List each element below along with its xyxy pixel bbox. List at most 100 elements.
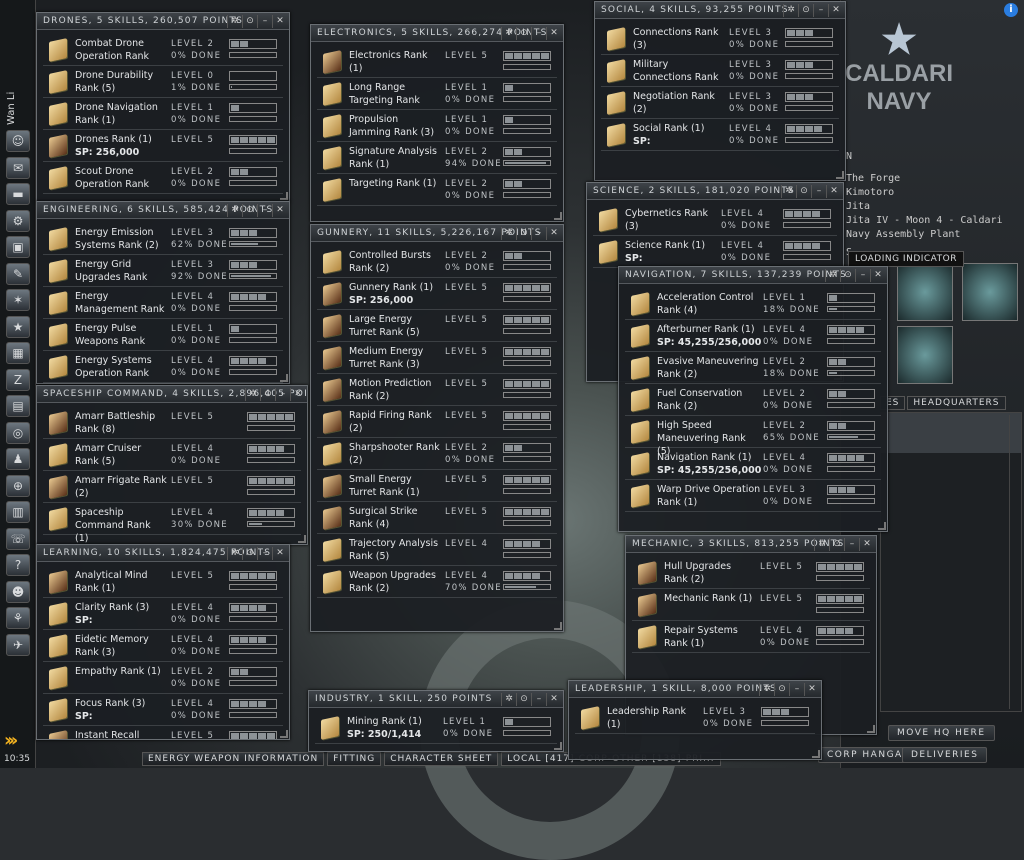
skill-row[interactable]: Empathy Rank (1) LEVEL 2 0% DONE <box>43 662 283 694</box>
skill-window-spaceship[interactable]: SPACESHIP COMMAND, 4 SKILLS, 2,896,405 P… <box>36 385 308 545</box>
neocom-button-icon[interactable]: ☺ <box>6 130 30 152</box>
settings-icon[interactable]: ⊙ <box>840 269 855 282</box>
skill-row[interactable]: Social Rank (1) SP: LEVEL 4 0% DONE <box>601 119 839 151</box>
close-icon[interactable]: ✕ <box>859 538 874 551</box>
skill-row[interactable]: Medium Energy Turret Rank (3) LEVEL 5 <box>317 342 557 374</box>
task-character-sheet[interactable]: CHARACTER SHEET <box>384 752 498 766</box>
skill-row[interactable]: Cybernetics Rank (3) LEVEL 4 0% DONE <box>593 204 837 236</box>
skill-row[interactable]: Amarr Battleship Rank (8) LEVEL 5 <box>43 407 301 439</box>
pin-icon[interactable]: ✲ <box>501 27 516 40</box>
neocom-button-icon[interactable]: ? <box>6 554 30 576</box>
close-icon[interactable]: ✕ <box>828 4 843 17</box>
close-icon[interactable]: ✕ <box>546 27 561 40</box>
skill-row[interactable]: Mining Rank (1) SP: 250/1,414 LEVEL 1 0%… <box>315 712 557 744</box>
skill-window-social[interactable]: SOCIAL, 4 SKILLS, 93,255 POINTS ✲ ⊙ – ✕ … <box>594 1 846 181</box>
skill-row[interactable]: Leadership Rank (1) LEVEL 3 0% DONE <box>575 702 815 734</box>
resize-grip-icon[interactable] <box>280 192 288 200</box>
skill-row[interactable]: Science Rank (1) SP: LEVEL 4 0% DONE <box>593 236 837 268</box>
neocom-button-icon[interactable]: ⚘ <box>6 607 30 629</box>
neocom-button-icon[interactable]: ✉ <box>6 157 30 179</box>
skill-row[interactable]: Energy Pulse Weapons Rank LEVEL 1 0% DON… <box>43 319 283 351</box>
pin-icon[interactable]: ✲ <box>783 4 798 17</box>
skill-row[interactable]: Energy Grid Upgrades Rank LEVEL 3 92% DO… <box>43 255 283 287</box>
settings-icon[interactable]: ⊙ <box>516 693 531 706</box>
tab-headquarters[interactable]: HEADQUARTERS <box>907 396 1005 410</box>
skill-row[interactable]: Propulsion Jamming Rank (3) LEVEL 1 0% D… <box>317 110 557 142</box>
close-icon[interactable]: ✕ <box>804 683 819 696</box>
service-thumbnail[interactable] <box>897 263 953 321</box>
skill-row[interactable]: Gunnery Rank (1) SP: 256,000 LEVEL 5 <box>317 278 557 310</box>
resize-grip-icon[interactable] <box>812 750 820 758</box>
resize-grip-icon[interactable] <box>554 212 562 220</box>
resize-grip-icon[interactable] <box>298 535 306 543</box>
minimize-icon[interactable]: – <box>531 693 546 706</box>
close-icon[interactable]: ✕ <box>546 227 561 240</box>
minimize-icon[interactable]: – <box>531 227 546 240</box>
skill-row[interactable]: Clarity Rank (3) SP: LEVEL 4 0% DONE <box>43 598 283 630</box>
skill-row[interactable]: Drone Durability Rank (5) LEVEL 0 1% DON… <box>43 66 283 98</box>
skill-row[interactable]: Energy Emission Systems Rank (2) LEVEL 3… <box>43 223 283 255</box>
service-thumbnail[interactable] <box>897 326 953 384</box>
settings-icon[interactable]: ⊙ <box>242 204 257 217</box>
neocom-button-icon[interactable]: ★ <box>6 316 30 338</box>
skill-window-leadership[interactable]: LEADERSHIP, 1 SKILL, 8,000 POINTS ✲ ⊙ – … <box>568 680 822 760</box>
neocom-button-icon[interactable]: ◎ <box>6 422 30 444</box>
resize-grip-icon[interactable] <box>280 730 288 738</box>
skill-row[interactable]: Navigation Rank (1) SP: 45,255/256,000 L… <box>625 448 881 480</box>
skill-row[interactable]: Eidetic Memory Rank (3) LEVEL 4 0% DONE <box>43 630 283 662</box>
deliveries-button[interactable]: DELIVERIES <box>902 747 987 763</box>
neocom-button-icon[interactable]: ♟ <box>6 448 30 470</box>
skill-row[interactable]: Repair Systems Rank (1) LEVEL 4 0% DONE <box>632 621 870 653</box>
minimize-icon[interactable]: – <box>789 683 804 696</box>
skill-row[interactable]: Energy Management Rank LEVEL 4 0% DONE <box>43 287 283 319</box>
resize-grip-icon[interactable] <box>867 725 875 733</box>
resize-grip-icon[interactable] <box>280 374 288 382</box>
minimize-icon[interactable]: – <box>813 4 828 17</box>
skill-row[interactable]: Fuel Conservation Rank (2) LEVEL 2 0% DO… <box>625 384 881 416</box>
neocom-button-icon[interactable]: ✎ <box>6 263 30 285</box>
skill-row[interactable]: Military Connections Rank LEVEL 3 0% DON… <box>601 55 839 87</box>
skill-row[interactable]: High Speed Maneuvering Rank (5) LEVEL 2 … <box>625 416 881 448</box>
skill-row[interactable]: Sharpshooter Rank (2) LEVEL 2 0% DONE <box>317 438 557 470</box>
settings-icon[interactable]: ⊙ <box>829 538 844 551</box>
neocom-button-icon[interactable]: ✈ <box>6 634 30 656</box>
skill-row[interactable]: Controlled Bursts Rank (2) LEVEL 2 0% DO… <box>317 246 557 278</box>
skill-row[interactable]: Scout Drone Operation Rank LEVEL 2 0% DO… <box>43 162 283 194</box>
neocom-button-icon[interactable]: ☻ <box>6 581 30 603</box>
neocom-button-icon[interactable]: ▤ <box>6 395 30 417</box>
skill-row[interactable]: Analytical Mind Rank (1) LEVEL 5 <box>43 566 283 598</box>
skill-row[interactable]: Focus Rank (3) SP: LEVEL 4 0% DONE <box>43 694 283 726</box>
skill-window-navigation[interactable]: NAVIGATION, 7 SKILLS, 137,239 POINTS ✲ ⊙… <box>618 266 888 532</box>
pin-icon[interactable]: ✲ <box>814 538 829 551</box>
skill-window-electronics[interactable]: ELECTRONICS, 5 SKILLS, 266,274 POINTS ✲ … <box>310 24 564 222</box>
settings-icon[interactable]: ⊙ <box>516 27 531 40</box>
pin-icon[interactable]: ✲ <box>227 547 242 560</box>
settings-icon[interactable]: ⊙ <box>516 227 531 240</box>
settings-icon[interactable]: ⊙ <box>260 388 275 401</box>
pin-icon[interactable]: ✲ <box>227 15 242 28</box>
move-hq-button[interactable]: MOVE HQ HERE <box>888 725 995 741</box>
pin-icon[interactable]: ✲ <box>781 185 796 198</box>
skill-window-learning[interactable]: LEARNING, 10 SKILLS, 1,824,475 POINTS ✲ … <box>36 544 290 740</box>
skill-window-engineering[interactable]: ENGINEERING, 6 SKILLS, 585,424 POINTS ✲ … <box>36 201 290 384</box>
skill-row[interactable]: Targeting Rank (1) LEVEL 2 0% DONE <box>317 174 557 206</box>
close-icon[interactable]: ✕ <box>546 693 561 706</box>
neocom-button-icon[interactable]: ⚙ <box>6 210 30 232</box>
skill-row[interactable]: Amarr Cruiser Rank (5) LEVEL 4 0% DONE <box>43 439 301 471</box>
skill-row[interactable]: Weapon Upgrades Rank (2) LEVEL 4 70% DON… <box>317 566 557 598</box>
skill-row[interactable]: Electronics Rank (1) LEVEL 5 <box>317 46 557 78</box>
close-icon[interactable]: ✕ <box>272 15 287 28</box>
neocom-button-icon[interactable]: ⊕ <box>6 475 30 497</box>
skill-row[interactable]: Energy Systems Operation Rank LEVEL 4 0%… <box>43 351 283 383</box>
settings-icon[interactable]: ⊙ <box>796 185 811 198</box>
skill-row[interactable]: Spaceship Command Rank (1) LEVEL 4 30% D… <box>43 503 301 535</box>
skill-row[interactable]: Amarr Frigate Rank (2) LEVEL 5 <box>43 471 301 503</box>
scrollbar[interactable] <box>1009 415 1019 709</box>
skill-row[interactable]: Trajectory Analysis Rank (5) LEVEL 4 <box>317 534 557 566</box>
skill-row[interactable]: Connections Rank (3) LEVEL 3 0% DONE <box>601 23 839 55</box>
info-icon[interactable]: i <box>1004 3 1018 17</box>
skill-row[interactable]: Afterburner Rank (1) SP: 45,255/256,000 … <box>625 320 881 352</box>
pin-icon[interactable]: ✲ <box>245 388 260 401</box>
skill-row[interactable]: Motion Prediction Rank (2) LEVEL 5 <box>317 374 557 406</box>
resize-grip-icon[interactable] <box>554 742 562 750</box>
